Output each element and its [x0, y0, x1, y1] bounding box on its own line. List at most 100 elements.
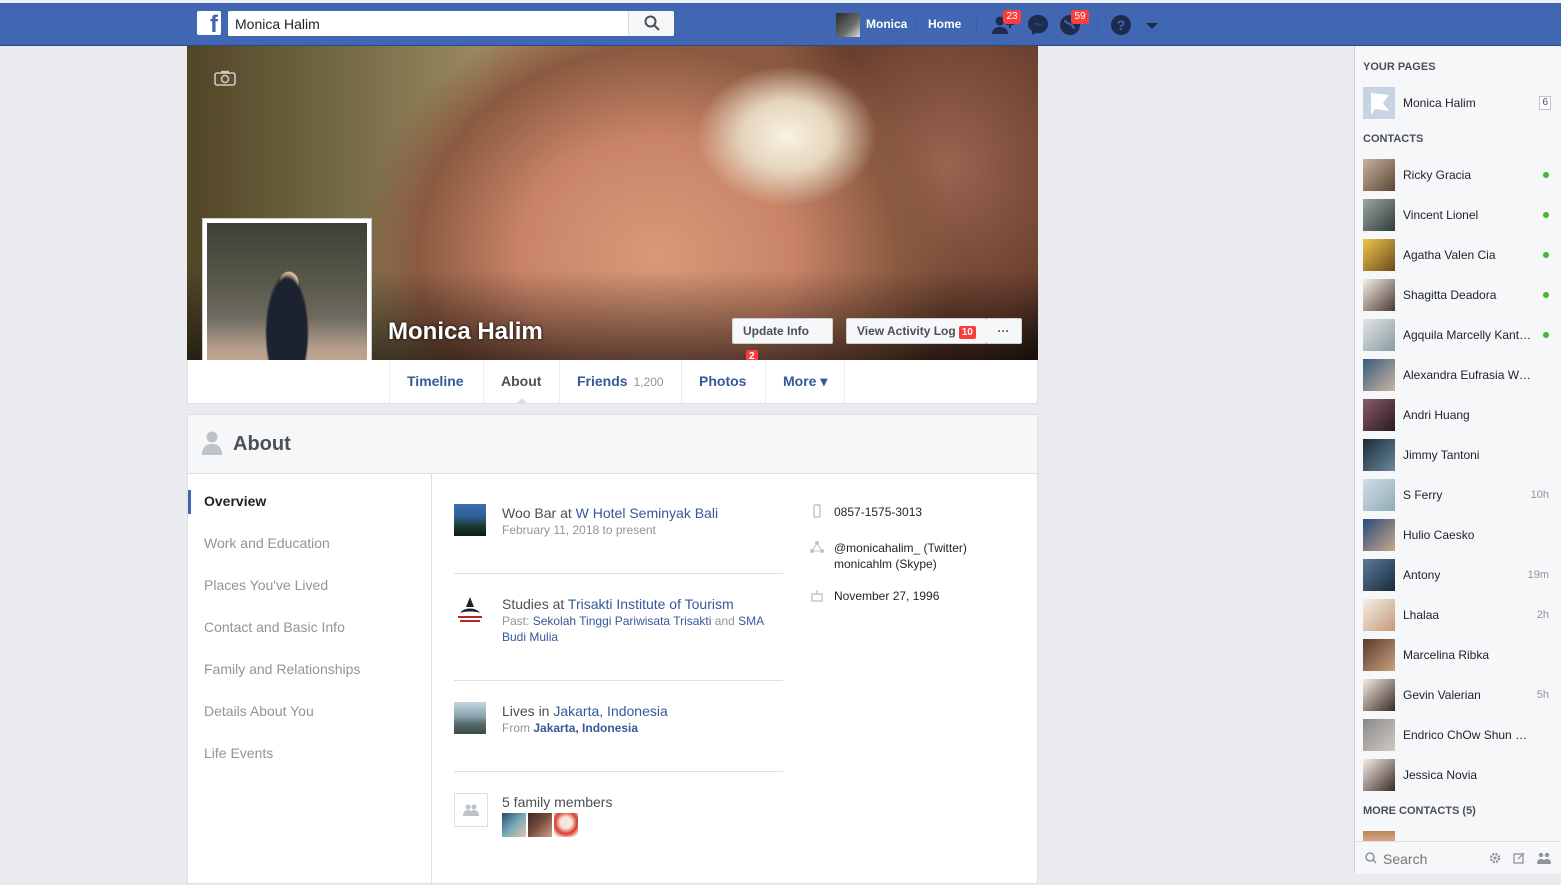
contact-item[interactable]: Vincent Lionel — [1363, 199, 1553, 231]
activity-log-count: 10 — [958, 326, 976, 339]
contact-item[interactable]: Marcelina Ribka — [1363, 639, 1553, 671]
contact-item[interactable]: Ricky Gracia — [1363, 159, 1553, 191]
nav-family-relationships[interactable]: Family and Relationships — [204, 661, 360, 677]
contact-item[interactable]: Agatha Valen Cia — [1363, 239, 1553, 271]
nav-places-lived[interactable]: Places You've Lived — [204, 577, 328, 593]
tab-photos[interactable]: Photos — [681, 360, 763, 403]
help-button[interactable]: ? — [1110, 14, 1134, 36]
search-button[interactable] — [628, 11, 674, 36]
workplace-link[interactable]: W Hotel Seminyak Bali — [576, 505, 718, 521]
contact-avatar — [1363, 599, 1395, 631]
page-name: Monica Halim — [1403, 96, 1476, 110]
contact-avatar — [1363, 519, 1395, 551]
contact-item[interactable]: Antony 19m — [1363, 559, 1553, 591]
nav-details-about-you[interactable]: Details About You — [204, 703, 314, 719]
facebook-logo[interactable]: f — [197, 11, 221, 35]
contact-item[interactable]: Endrico ChOw Shun Qiang — [1363, 719, 1553, 751]
active-indicator — [188, 490, 191, 514]
tab-about[interactable]: About — [483, 360, 558, 404]
contact-avatar — [1363, 239, 1395, 271]
divider — [454, 771, 783, 772]
nav-work-education[interactable]: Work and Education — [204, 535, 330, 551]
tab-label: More ▾ — [783, 373, 828, 389]
search-input[interactable] — [228, 11, 628, 36]
account-menu-button[interactable] — [1145, 14, 1169, 36]
update-info-label: Update Info — [743, 324, 809, 338]
friend-requests-button[interactable]: 23 — [991, 10, 1021, 36]
family-avatar[interactable] — [554, 813, 578, 837]
chat-search-input[interactable] — [1381, 848, 1485, 870]
tab-label: Timeline — [407, 373, 464, 389]
work-dates: February 11, 2018 to present — [502, 523, 656, 537]
contact-avatar — [1363, 639, 1395, 671]
friend-requests-badge: 23 — [1003, 10, 1021, 24]
more-contacts-avatar[interactable] — [1363, 831, 1395, 841]
past-school-link-1[interactable]: Sekolah Tinggi Pariwisata Trisakti — [533, 614, 712, 628]
profile-photo — [207, 223, 367, 381]
family-avatar[interactable] — [528, 813, 552, 837]
contact-item[interactable]: Lhalaa 2h — [1363, 599, 1553, 631]
tab-timeline[interactable]: Timeline — [389, 360, 481, 403]
contact-avatar — [1363, 159, 1395, 191]
contact-name: Lhalaa — [1403, 608, 1440, 622]
contact-name: Hulio Caesko — [1403, 528, 1475, 542]
compose-icon[interactable] — [1513, 852, 1525, 864]
work-prefix: Woo Bar at — [502, 505, 576, 521]
family-members-link[interactable]: 5 family members — [502, 793, 782, 811]
page-item[interactable]: Monica Halim 6 — [1363, 87, 1553, 119]
update-info-button[interactable]: Update Info2 — [732, 318, 833, 363]
contact-item[interactable]: Andri Huang — [1363, 399, 1553, 431]
contact-item[interactable]: S Ferry 10h — [1363, 479, 1553, 511]
contact-item[interactable]: Jimmy Tantoni — [1363, 439, 1553, 471]
gear-icon[interactable] — [1489, 852, 1501, 864]
skype-handle[interactable]: monicahlm (Skype) — [834, 556, 937, 572]
nav-contact-info[interactable]: Contact and Basic Info — [204, 619, 345, 635]
separator — [1097, 17, 1098, 35]
contact-name: Agatha Valen Cia — [1403, 248, 1496, 262]
current-city-link[interactable]: Jakarta, Indonesia — [553, 703, 667, 719]
contact-name: Agquila Marcelly Kanthika — [1403, 328, 1533, 342]
workplace-thumbnail[interactable] — [454, 504, 486, 536]
contact-item[interactable]: Gevin Valerian 5h — [1363, 679, 1553, 711]
about-navigation: Overview Work and Education Places You'v… — [188, 473, 432, 885]
nav-overview[interactable]: Overview — [204, 493, 266, 509]
contact-avatar — [1363, 679, 1395, 711]
nav-life-events[interactable]: Life Events — [204, 745, 273, 761]
profile-link[interactable]: Monica — [866, 3, 907, 46]
more-options-button[interactable]: ··· — [986, 318, 1022, 344]
group-icon — [463, 804, 479, 816]
tab-friends[interactable]: Friends 1,200 — [559, 360, 681, 403]
contact-avatar — [1363, 359, 1395, 391]
page-avatar — [1363, 87, 1395, 119]
contact-name: Alexandra Eufrasia Welly — [1403, 368, 1533, 382]
messages-button[interactable] — [1027, 14, 1051, 36]
notifications-button[interactable]: 59 — [1059, 10, 1089, 36]
last-active-time: 5h — [1536, 689, 1549, 701]
contact-item[interactable]: Jessica Novia — [1363, 759, 1553, 791]
twitter-handle[interactable]: @monicahalim_ (Twitter) — [834, 540, 967, 556]
profile-name[interactable]: Monica Halim — [388, 318, 543, 346]
contact-name: Jessica Novia — [1403, 768, 1478, 782]
contact-avatar — [1363, 399, 1395, 431]
view-activity-log-button[interactable]: View Activity Log 10 — [846, 318, 987, 344]
contact-item[interactable]: Shagitta Deadora — [1363, 279, 1553, 311]
contact-item[interactable]: Alexandra Eufrasia Welly — [1363, 359, 1553, 391]
more-contacts-heading[interactable]: MORE CONTACTS (5) — [1363, 805, 1476, 817]
group-chat-icon[interactable] — [1537, 852, 1551, 864]
city-thumbnail[interactable] — [454, 702, 486, 734]
camera-icon[interactable] — [214, 70, 236, 86]
contact-name: Marcelina Ribka — [1403, 648, 1490, 662]
contact-item[interactable]: Hulio Caesko — [1363, 519, 1553, 551]
school-link[interactable]: Trisakti Institute of Tourism — [568, 596, 734, 612]
tab-more[interactable]: More ▾ — [765, 360, 846, 403]
family-avatar[interactable] — [502, 813, 526, 837]
contact-item[interactable]: Agquila Marcelly Kanthika — [1363, 319, 1553, 351]
hometown-link[interactable]: Jakarta, Indonesia — [533, 721, 638, 735]
contact-avatar — [1363, 479, 1395, 511]
notifications-badge: 59 — [1071, 10, 1089, 24]
school-logo-icon[interactable] — [454, 595, 486, 627]
divider — [454, 573, 783, 574]
home-link[interactable]: Home — [928, 3, 961, 46]
user-avatar[interactable] — [836, 13, 860, 37]
contact-avatar — [1363, 559, 1395, 591]
